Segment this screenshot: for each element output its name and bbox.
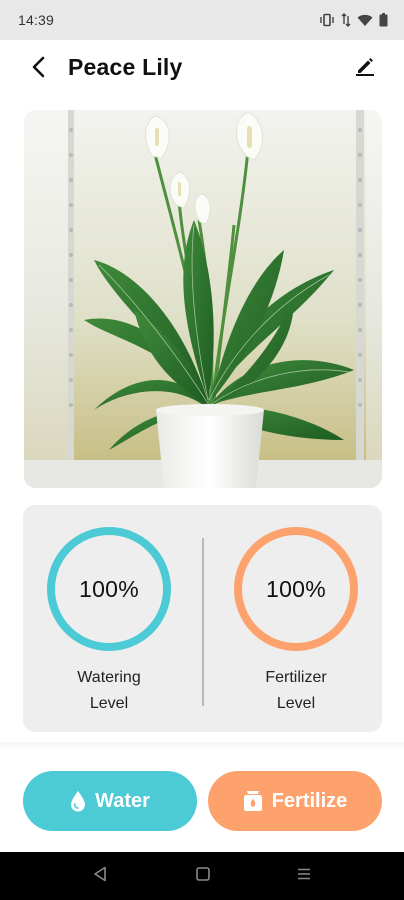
- battery-icon: [379, 13, 388, 27]
- watering-level-label: Watering Level: [44, 665, 174, 717]
- section-divider: [0, 742, 404, 750]
- status-bar: 14:39: [0, 0, 404, 40]
- back-button[interactable]: [22, 55, 54, 83]
- page-title: Peace Lily: [68, 54, 183, 80]
- edit-button[interactable]: [352, 55, 378, 81]
- watering-level-value: 100%: [78, 575, 140, 602]
- levels-divider: [202, 538, 204, 706]
- nav-back-button[interactable]: [88, 864, 112, 888]
- fertilizer-level-value: 100%: [265, 575, 327, 602]
- fertilizer-level-label: Fertilizer Level: [231, 665, 361, 717]
- fertilizer-label-line1: Fertilizer: [265, 669, 327, 686]
- water-button[interactable]: Water: [23, 771, 197, 831]
- fertilizer-label-line2: Level: [276, 695, 316, 712]
- nav-recents-icon: [297, 867, 311, 886]
- status-time: 14:39: [18, 12, 55, 28]
- vibrate-icon: [319, 13, 335, 27]
- fertilizer-level-gauge: 100%: [234, 527, 358, 651]
- fertilizer-bag-icon: [243, 790, 263, 812]
- nav-home-icon: [196, 866, 210, 886]
- back-arrow-icon: [31, 56, 45, 83]
- wifi-icon: [357, 14, 373, 27]
- levels-card: 100% Watering Level 100% Fertilizer Leve…: [23, 505, 382, 732]
- watering-label-line1: Watering: [77, 669, 141, 686]
- status-icons: [319, 13, 388, 27]
- nav-back-icon: [93, 866, 107, 887]
- watering-level-gauge: 100%: [47, 527, 171, 651]
- app-bar: Peace Lily: [0, 40, 404, 98]
- fertilize-button[interactable]: Fertilize: [208, 771, 382, 831]
- nav-home-button[interactable]: [191, 864, 215, 888]
- water-button-label: Water: [95, 789, 150, 812]
- water-drop-icon: [70, 790, 86, 812]
- system-nav-bar: [0, 852, 404, 900]
- nav-recents-button[interactable]: [292, 864, 316, 888]
- plant-photo: [24, 110, 382, 488]
- data-arrows-icon: [341, 13, 351, 27]
- watering-label-line2: Level: [89, 695, 129, 712]
- pencil-icon: [355, 56, 375, 81]
- fertilize-button-label: Fertilize: [271, 789, 348, 812]
